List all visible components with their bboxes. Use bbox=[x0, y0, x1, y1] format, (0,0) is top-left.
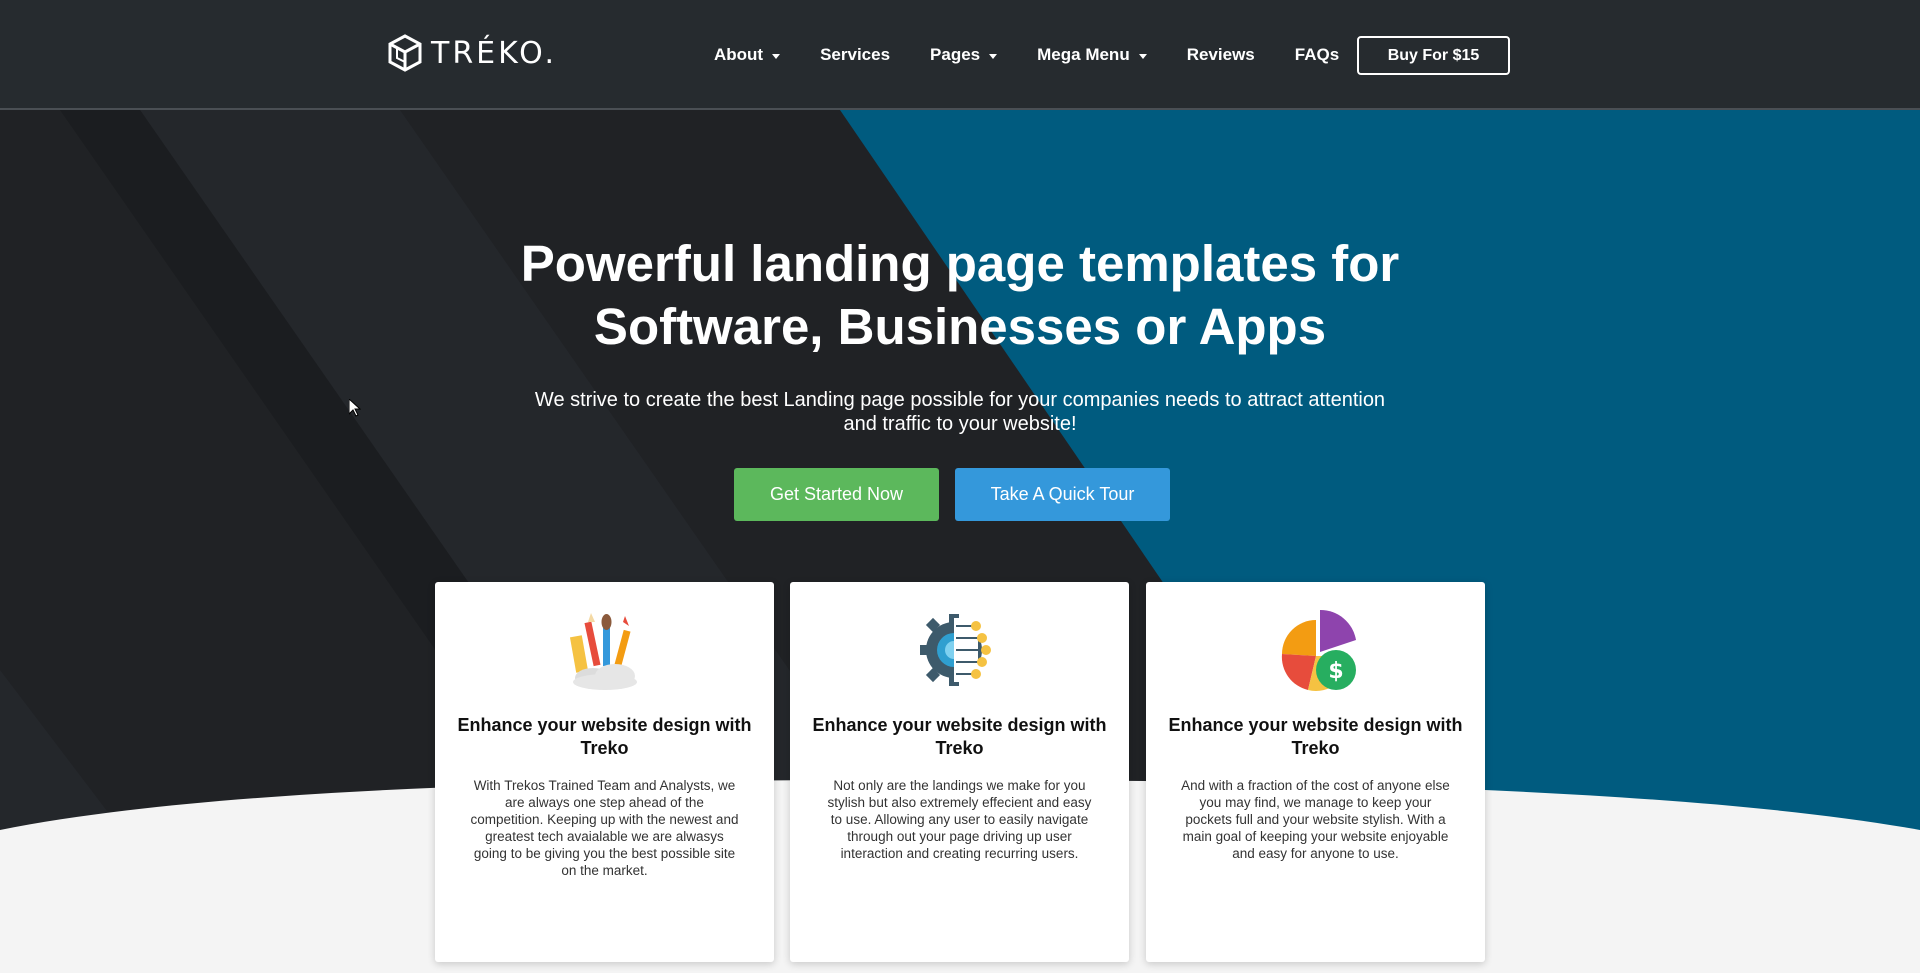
svg-text:$: $ bbox=[1328, 659, 1343, 684]
design-tools-icon bbox=[569, 613, 637, 690]
nav-item-label: Mega Menu bbox=[1037, 45, 1130, 64]
card-title: Enhance your website design with Treko bbox=[1168, 715, 1463, 758]
logo[interactable]: TRÉKO. bbox=[387, 34, 557, 72]
feature-card-design: Enhance your website design with Treko W… bbox=[435, 582, 774, 962]
hero-title: Powerful landing page templates for Soft… bbox=[460, 232, 1460, 358]
feature-card-efficiency: Enhance your website design with Treko N… bbox=[790, 582, 1129, 962]
nav-item-mega-menu[interactable]: Mega Menu bbox=[1037, 45, 1147, 65]
card-text: And with a fraction of the cost of anyon… bbox=[1181, 778, 1450, 861]
nav-item-pages[interactable]: Pages bbox=[930, 45, 998, 65]
card-title: Enhance your website design with Treko bbox=[812, 715, 1107, 758]
gear-network-icon bbox=[920, 614, 991, 686]
mouse-cursor-icon bbox=[349, 399, 361, 417]
nav-item-label: FAQs bbox=[1294, 45, 1340, 64]
quick-tour-button[interactable]: Take A Quick Tour bbox=[955, 468, 1170, 521]
get-started-button[interactable]: Get Started Now bbox=[734, 468, 939, 521]
feature-card-cost: $ Enhance your website design with Treko… bbox=[1146, 582, 1485, 962]
chevron-down-icon bbox=[989, 53, 998, 59]
logo-text: TRÉKO. bbox=[431, 35, 558, 71]
chevron-down-icon bbox=[772, 53, 781, 59]
nav-item-about[interactable]: About bbox=[714, 45, 781, 65]
nav-item-label: About bbox=[714, 45, 764, 64]
nav-item-faqs[interactable]: FAQs bbox=[1295, 45, 1339, 65]
main-menu: About Services Pages Mega Menu Reviews F… bbox=[714, 0, 1379, 110]
nav-item-label: Services bbox=[820, 45, 891, 64]
hero-title-line-2: Software, Businesses or Apps bbox=[593, 298, 1327, 355]
logo-cube-icon bbox=[388, 34, 422, 72]
nav-item-services[interactable]: Services bbox=[820, 45, 890, 65]
nav-item-label: Reviews bbox=[1186, 45, 1255, 64]
pie-chart-dollar-icon: $ bbox=[1281, 609, 1356, 691]
card-title: Enhance your website design with Treko bbox=[457, 715, 752, 758]
nav-item-reviews[interactable]: Reviews bbox=[1187, 45, 1255, 65]
buy-button[interactable]: Buy For $15 bbox=[1357, 36, 1510, 75]
hero-subtitle: We strive to create the best Landing pag… bbox=[534, 389, 1386, 435]
chevron-down-icon bbox=[1138, 53, 1147, 59]
card-text: With Trekos Trained Team and Analysts, w… bbox=[470, 778, 739, 878]
hero-title-line-1: Powerful landing page templates for bbox=[520, 235, 1400, 292]
top-navbar: TRÉKO. About Services Pages Mega Menu Re… bbox=[0, 0, 1920, 110]
nav-item-label: Pages bbox=[930, 45, 981, 64]
card-text: Not only are the landings we make for yo… bbox=[827, 778, 1092, 861]
